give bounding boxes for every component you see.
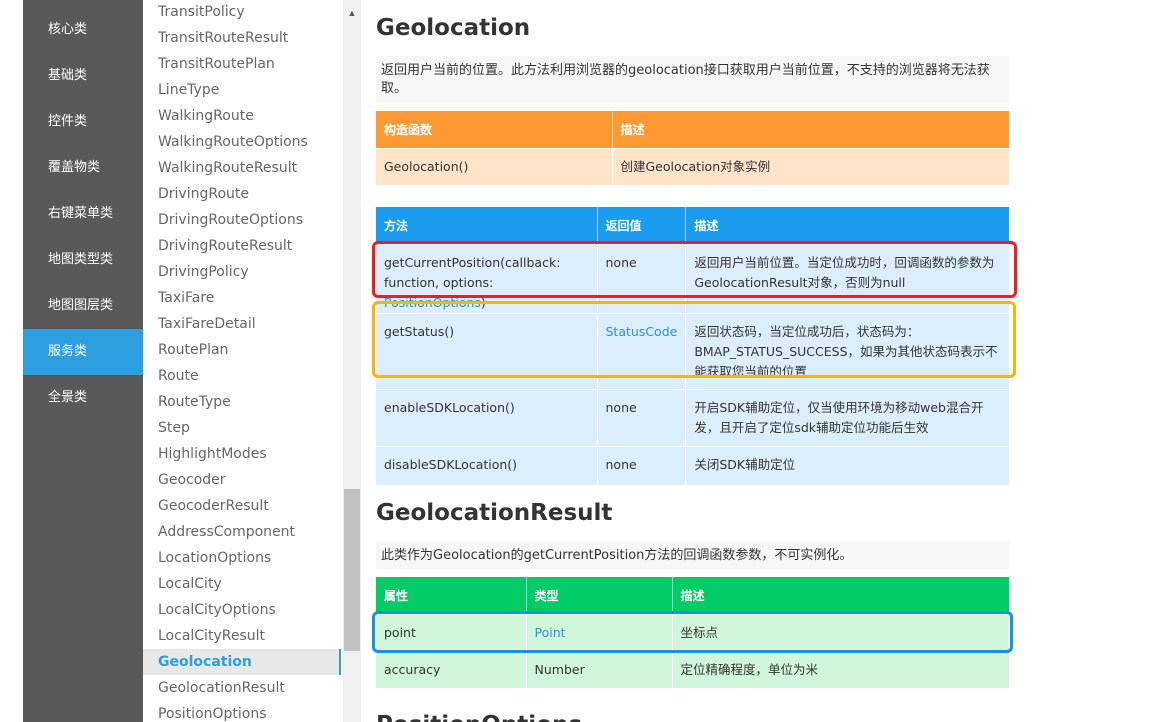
table-row: Geolocation() 创建Geolocation对象实例 <box>376 147 1009 185</box>
class-list-item[interactable]: TaxiFare <box>143 285 341 311</box>
method-desc: 关闭SDK辅助定位 <box>685 445 1009 485</box>
property-type[interactable]: Point <box>526 613 673 651</box>
method-signature: getCurrentPosition(callback: function, o… <box>384 254 561 290</box>
method-table: 方法 返回值 描述 getCurrentPosition(callback: f… <box>376 207 1009 485</box>
method-signature-end: ) <box>480 294 486 310</box>
class-list-item[interactable]: Geocoder <box>143 467 341 493</box>
class-list-item[interactable]: RoutePlan <box>143 337 341 363</box>
class-list-item[interactable]: TaxiFareDetail <box>143 311 341 337</box>
class-list-item[interactable]: LineType <box>143 77 341 103</box>
method-signature: disableSDKLocation() <box>384 456 518 472</box>
class-list-item[interactable]: LocalCity <box>143 571 341 597</box>
class-list: TransitPolicy TransitRouteResult TransitRo… <box>143 0 343 722</box>
class-list-item[interactable]: TransitRouteResult <box>143 25 341 51</box>
class-list-item[interactable]: AddressComponent <box>143 519 341 545</box>
geolocation-description: 返回用户当前的位置。此方法利用浏览器的geolocation接口获取用户当前位置… <box>376 56 1009 102</box>
header-description: 描述 <box>685 207 1009 244</box>
category-item[interactable]: 右键菜单类 <box>23 191 143 237</box>
property-table-header: 属性 类型 描述 <box>376 577 1009 614</box>
method-name: disableSDKLocation() <box>376 445 598 485</box>
class-list-item[interactable]: Route <box>143 363 341 389</box>
method-desc: 开启SDK辅助定位，仅当使用环境为移动web混合开发，且开启了定位sdk辅助定位… <box>685 388 1009 446</box>
constructor-table: 构造函数 描述 Geolocation() 创建Geolocation对象实例 <box>376 111 1009 185</box>
class-list-item[interactable]: TransitPolicy <box>143 0 341 25</box>
table-row: disableSDKLocation() none 关闭SDK辅助定位 <box>376 445 1009 485</box>
table-row: point Point 坐标点 <box>376 613 1009 651</box>
method-table-header: 方法 返回值 描述 <box>376 207 1009 244</box>
property-name: accuracy <box>376 650 527 688</box>
method-signature: getStatus() <box>384 323 455 339</box>
class-list-item[interactable]: LocalCityOptions <box>143 597 341 623</box>
class-list-item[interactable]: WalkingRouteOptions <box>143 129 341 155</box>
table-row: getStatus() StatusCode 返回状态码，当定位成功后，状态码为：B… <box>376 312 1009 389</box>
class-list-item[interactable]: WalkingRoute <box>143 103 341 129</box>
method-return[interactable]: StatusCode <box>597 312 687 389</box>
section-title-geolocation-result: GeolocationResult <box>376 500 613 526</box>
class-list-item[interactable]: PositionOptions <box>143 701 341 722</box>
method-signature: enableSDKLocation() <box>384 399 515 415</box>
constructor-name: Geolocation() <box>376 147 613 185</box>
type-link[interactable]: PositionOptions <box>384 295 481 310</box>
property-table: 属性 类型 描述 point Point 坐标点 accuracy Number 定位精确… <box>376 577 1009 688</box>
category-item[interactable]: 地图类型类 <box>23 237 143 283</box>
method-return: none <box>597 388 687 446</box>
constructor-desc: 创建Geolocation对象实例 <box>612 147 1009 185</box>
header-property: 属性 <box>376 577 527 614</box>
section-title-next: PositionOptions <box>376 712 582 722</box>
method-desc: 返回用户当前位置。当定位成功时，回调函数的参数为GeolocationResul… <box>685 243 1009 313</box>
property-name: point <box>376 613 527 651</box>
method-return: none <box>597 243 687 313</box>
class-list-item[interactable]: RouteType <box>143 389 341 415</box>
category-item[interactable]: 核心类 <box>23 0 143 53</box>
method-name: getStatus() <box>376 312 598 389</box>
class-list-item[interactable]: LocalCityResult <box>143 623 341 649</box>
class-list-item[interactable]: Geolocation <box>143 649 341 675</box>
class-list-item[interactable]: DrivingRouteOptions <box>143 207 341 233</box>
class-list-item[interactable]: TransitRoutePlan <box>143 51 341 77</box>
method-name: getCurrentPosition(callback: function, o… <box>376 243 598 313</box>
header-constructor: 构造函数 <box>376 111 613 148</box>
class-list-item[interactable]: Step <box>143 415 341 441</box>
class-list-item[interactable]: LocationOptions <box>143 545 341 571</box>
class-list-item[interactable]: DrivingRouteResult <box>143 233 341 259</box>
class-list-item[interactable]: DrivingPolicy <box>143 259 341 285</box>
method-desc: 返回状态码，当定位成功后，状态码为：BMAP_STATUS_SUCCESS，如果… <box>685 312 1009 389</box>
table-row: accuracy Number 定位精确程度，单位为米 <box>376 650 1009 688</box>
category-item[interactable]: 地图图层类 <box>23 283 143 329</box>
scroll-up-arrow-icon[interactable]: ▲ <box>343 6 361 20</box>
property-desc: 坐标点 <box>672 613 1009 651</box>
constructor-table-header: 构造函数 描述 <box>376 111 1009 148</box>
header-description: 描述 <box>612 111 1009 148</box>
property-desc: 定位精确程度，单位为米 <box>672 650 1009 688</box>
category-item[interactable]: 覆盖物类 <box>23 145 143 191</box>
category-item[interactable]: 控件类 <box>23 99 143 145</box>
class-list-item[interactable]: GeolocationResult <box>143 675 341 701</box>
category-item[interactable]: 服务类 <box>23 329 143 375</box>
category-item[interactable]: 基础类 <box>23 53 143 99</box>
table-row: enableSDKLocation() none 开启SDK辅助定位，仅当使用环境为… <box>376 388 1009 446</box>
scroll-thumb[interactable] <box>344 489 360 651</box>
header-return: 返回值 <box>597 207 687 244</box>
class-list-item[interactable]: HighlightModes <box>143 441 341 467</box>
geolocation-result-description: 此类作为Geolocation的getCurrentPosition方法的回调函… <box>376 541 1009 569</box>
category-sidebar: 核心类 基础类 控件类 覆盖物类 右键菜单类 地图类型类 地图图层类 服务类 全景类 <box>23 0 143 722</box>
class-list-item[interactable]: WalkingRouteResult <box>143 155 341 181</box>
method-name: enableSDKLocation() <box>376 388 598 446</box>
class-list-scrollbar[interactable]: ▲ <box>343 0 361 722</box>
class-list-item[interactable]: GeocoderResult <box>143 493 341 519</box>
property-type: Number <box>526 650 673 688</box>
table-row: getCurrentPosition(callback: function, o… <box>376 243 1009 313</box>
header-method: 方法 <box>376 207 598 244</box>
class-list-item[interactable]: DrivingRoute <box>143 181 341 207</box>
category-item[interactable]: 全景类 <box>23 375 143 421</box>
method-return: none <box>597 445 687 485</box>
header-type: 类型 <box>526 577 673 614</box>
header-description: 描述 <box>672 577 1009 614</box>
section-title-geolocation: Geolocation <box>376 15 531 41</box>
